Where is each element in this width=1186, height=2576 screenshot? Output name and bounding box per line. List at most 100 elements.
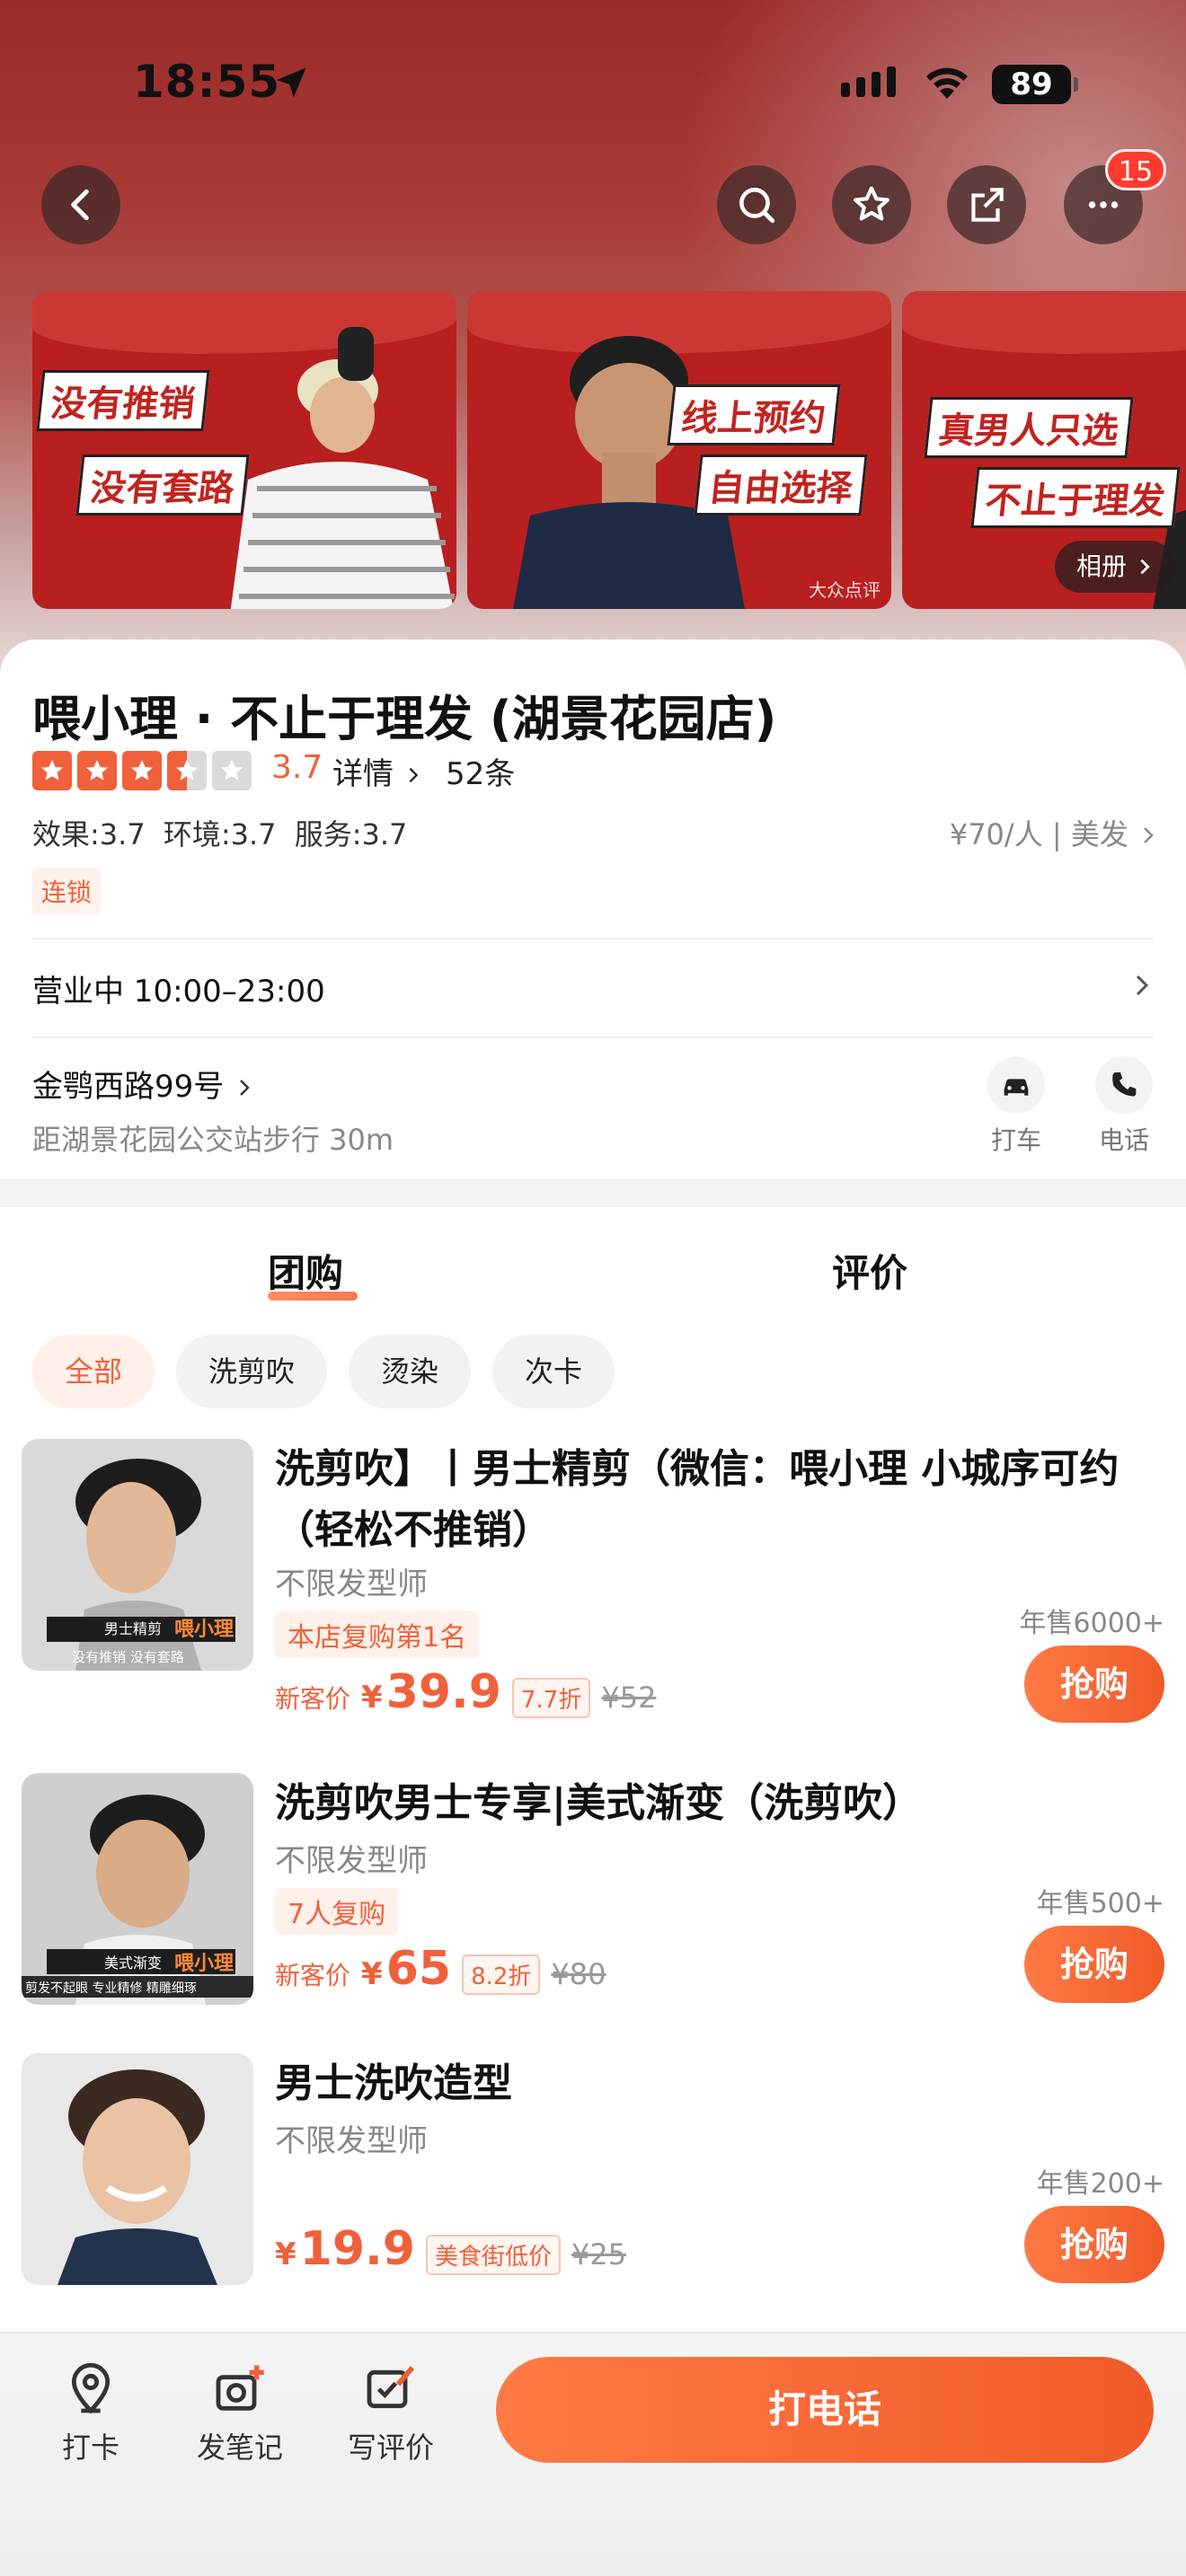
deal-title: 洗剪吹男士专享|美式渐变（洗剪吹） — [275, 1780, 923, 1826]
write-review-button[interactable]: 写评价 — [341, 2360, 440, 2466]
original-price: ¥52 — [601, 1681, 657, 1715]
chevron-right-icon[interactable] — [1128, 972, 1155, 999]
divider — [32, 1037, 1154, 1038]
address-link[interactable]: 金鹗西路99号 — [32, 1062, 255, 1106]
price-category-link[interactable]: ¥70/人 | 美发 — [950, 812, 1159, 853]
edit-review-icon — [367, 2366, 415, 2409]
chip-perm-dye[interactable]: 烫染 — [349, 1335, 472, 1408]
chip-punch-card[interactable]: 次卡 — [492, 1335, 615, 1408]
buy-button[interactable]: 抢购 — [1024, 1645, 1164, 1723]
deal-thumbnail: 美式渐变 喂小理 剪发不起眼 专业精修 精雕细琢 — [22, 1773, 253, 2005]
buy-button[interactable]: 抢购 — [1024, 2206, 1164, 2283]
new-customer-label: 新客价 — [275, 1684, 351, 1714]
section-gap — [0, 1178, 1186, 1207]
album-button[interactable]: 相册 — [1055, 541, 1175, 593]
divider — [32, 938, 1154, 940]
location-pin-icon — [71, 2363, 111, 2414]
rating-stars — [32, 751, 252, 790]
deal-photo — [22, 2053, 253, 2285]
location-arrow-icon — [276, 67, 306, 98]
favorite-button[interactable] — [832, 165, 911, 244]
shop-info-card: 喂小理 · 不止于理发 (湖景花园店) 3.7 详情 52条 效果:3.7 环境… — [0, 640, 1186, 1178]
status-bar: 18:55 89 — [0, 0, 1186, 171]
chevron-left-icon — [71, 189, 89, 221]
status-time: 18:55 — [133, 56, 281, 108]
price-row: 新客价 ¥ 39.9 7.7折 ¥52 — [275, 1665, 656, 1719]
detail-label: 详情 — [332, 756, 394, 792]
thumb-brand: 喂小理 — [174, 1953, 235, 1975]
annual-sales: 年售500+ — [1036, 1888, 1164, 1919]
deal-thumbnail — [22, 2053, 253, 2285]
taxi-label: 打车 — [990, 1125, 1041, 1155]
review-count[interactable]: 52条 — [446, 749, 515, 793]
business-hours[interactable]: 营业中 10:00–23:00 — [32, 966, 325, 1010]
currency-symbol: ¥ — [361, 1956, 383, 1992]
share-button[interactable] — [947, 165, 1026, 244]
album-photo-2[interactable]: 线上预约 自由选择 大众点评 — [467, 291, 891, 609]
thumb-brand: 喂小理 — [174, 1619, 235, 1641]
battery-indicator: 89 — [992, 65, 1078, 104]
cellular-signal-icon — [841, 66, 896, 97]
tab-group-buy[interactable]: 团购 — [268, 1243, 343, 1298]
annual-sales: 年售6000+ — [1019, 1608, 1164, 1639]
post-note-button[interactable]: 发笔记 — [190, 2360, 289, 2466]
star-icon — [122, 751, 162, 790]
share-icon — [971, 188, 1004, 222]
star-icon — [77, 751, 117, 790]
chip-wash-cut-blow[interactable]: 洗剪吹 — [176, 1335, 328, 1408]
wifi-icon — [926, 67, 968, 99]
call-button[interactable]: 打电话 — [496, 2357, 1154, 2463]
rating-score: 3.7 — [271, 749, 323, 786]
chevron-right-icon — [409, 767, 419, 783]
notification-badge: 15 — [1105, 149, 1166, 190]
album-slogan: 没有套路 — [75, 454, 250, 516]
chain-tag: 连锁 — [32, 868, 102, 914]
address: 金鹗西路99号 — [32, 1069, 225, 1105]
thumb-caption: 男士精剪 — [104, 1620, 163, 1637]
deal-tag: 本店复购第1名 — [275, 1611, 480, 1658]
price-row: ¥ 19.9 美食街低价 ¥25 — [275, 2222, 626, 2276]
buy-button[interactable]: 抢购 — [1024, 1926, 1164, 2003]
checkin-button[interactable]: 打卡 — [41, 2360, 140, 2466]
sub-scores: 效果:3.7 环境:3.7 服务:3.7 — [32, 817, 408, 851]
new-customer-label: 新客价 — [275, 1961, 351, 1990]
currency-symbol: ¥ — [275, 2236, 296, 2272]
thumb-caption: 美式渐变 — [104, 1954, 163, 1972]
phone-icon — [1112, 1072, 1137, 1097]
chip-all[interactable]: 全部 — [32, 1335, 155, 1408]
search-icon — [739, 188, 775, 224]
deal-item[interactable]: 美式渐变 喂小理 剪发不起眼 专业精修 精雕细琢 洗剪吹男士专享|美式渐变（洗剪… — [0, 1773, 1186, 2042]
deal-item[interactable]: 男士洗吹造型 不限发型师 ¥ 19.9 美食街低价 ¥25 年售200+ 抢购 — [0, 2053, 1186, 2323]
deal-item[interactable]: 男士精剪 喂小理 没有推销 没有套路 洗剪吹】丨男士精剪（微信：喂小理 小城序可… — [0, 1439, 1186, 1723]
search-button[interactable] — [717, 165, 796, 244]
checkin-label: 打卡 — [61, 2430, 119, 2465]
car-icon — [1004, 1079, 1029, 1096]
rating-detail-link[interactable]: 详情 — [332, 749, 423, 793]
star-outline-icon — [854, 186, 890, 221]
chevron-right-icon — [240, 1080, 250, 1096]
chevron-right-icon — [1140, 559, 1150, 575]
filter-chips: 全部 洗剪吹 烫染 次卡 — [32, 1335, 615, 1408]
deal-discount: 7.7折 — [512, 1678, 591, 1718]
deal-discount: 8.2折 — [462, 1954, 541, 1995]
post-note-label: 发笔记 — [196, 2430, 283, 2465]
price-row: 新客价 ¥ 65 8.2折 ¥80 — [275, 1942, 606, 1996]
album-slogan: 不止于理发 — [970, 467, 1181, 528]
watermark: 大众点评 — [809, 579, 881, 601]
deal-title: 洗剪吹】丨男士精剪（微信：喂小理 小城序可约（轻松不推销） — [275, 1446, 1120, 1553]
tab-reviews[interactable]: 评价 — [832, 1243, 907, 1298]
album-slogan: 没有推销 — [36, 370, 210, 431]
camera-plus-icon — [216, 2365, 264, 2411]
deal-price: 39.9 — [385, 1665, 501, 1719]
deal-stylist: 不限发型师 — [275, 1566, 428, 1602]
photo-album[interactable]: 没有推销 没有套路 线上预约 自由选择 大众点评 真男人只选 不止于理发 — [32, 291, 1186, 609]
original-price: ¥80 — [551, 1957, 606, 1991]
album-slogan: 自由选择 — [694, 454, 868, 516]
album-photo-1[interactable]: 没有推销 没有套路 — [32, 291, 456, 609]
currency-symbol: ¥ — [361, 1680, 383, 1716]
taxi-button[interactable]: 打车 — [967, 1056, 1066, 1157]
price-category: ¥70/人 | 美发 — [949, 817, 1128, 851]
star-half-icon — [167, 751, 207, 790]
phone-button[interactable]: 电话 — [1075, 1056, 1173, 1157]
back-button[interactable] — [41, 165, 120, 244]
